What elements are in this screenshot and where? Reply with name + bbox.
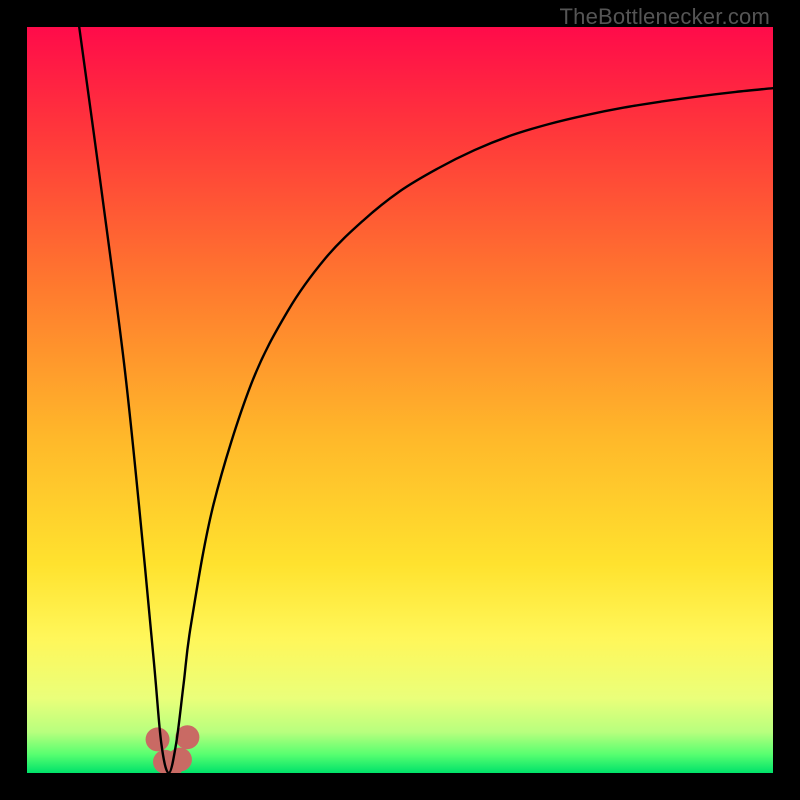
bottleneck-curve — [79, 27, 773, 773]
plot-area — [27, 27, 773, 773]
chart-stage: TheBottlenecker.com — [0, 0, 800, 800]
valley-dot — [146, 727, 170, 751]
watermark-text: TheBottlenecker.com — [560, 4, 770, 30]
bottleneck-curve-layer — [27, 27, 773, 773]
